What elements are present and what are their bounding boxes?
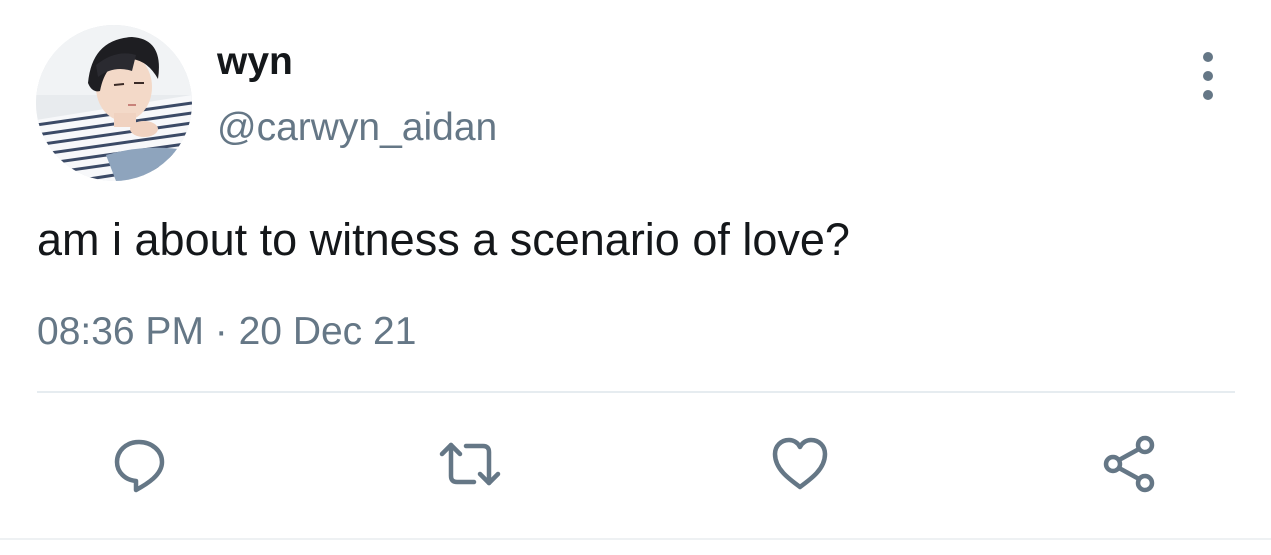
share-button[interactable] xyxy=(1098,432,1162,496)
share-icon xyxy=(1103,435,1155,493)
like-button[interactable] xyxy=(768,432,832,496)
retweet-button[interactable] xyxy=(438,432,502,496)
tweet-time: 08:36 PM xyxy=(37,310,204,353)
reply-button[interactable] xyxy=(108,432,172,496)
tweet-text: am i about to witness a scenario of love… xyxy=(37,214,850,265)
more-options-icon[interactable] xyxy=(1188,52,1228,100)
tweet-timestamp: 08:36 PM · 20 Dec 21 xyxy=(37,308,416,356)
tweet-date: 20 Dec 21 xyxy=(238,310,417,353)
avatar-photo xyxy=(36,25,192,181)
bottom-divider xyxy=(0,538,1271,540)
heart-icon xyxy=(772,437,828,490)
divider xyxy=(37,391,1235,393)
speech-bubble-icon xyxy=(114,439,165,493)
user-handle[interactable]: @carwyn_aidan xyxy=(217,104,497,152)
tweet-card: wyn @carwyn_aidan am i about to witness … xyxy=(0,0,1271,555)
more-dot xyxy=(1203,90,1213,100)
avatar[interactable] xyxy=(36,25,192,181)
retweet-icon xyxy=(439,442,501,486)
display-name[interactable]: wyn xyxy=(217,38,293,86)
more-dot xyxy=(1203,71,1213,81)
meta-separator: · xyxy=(203,310,239,353)
more-dot xyxy=(1203,52,1213,62)
